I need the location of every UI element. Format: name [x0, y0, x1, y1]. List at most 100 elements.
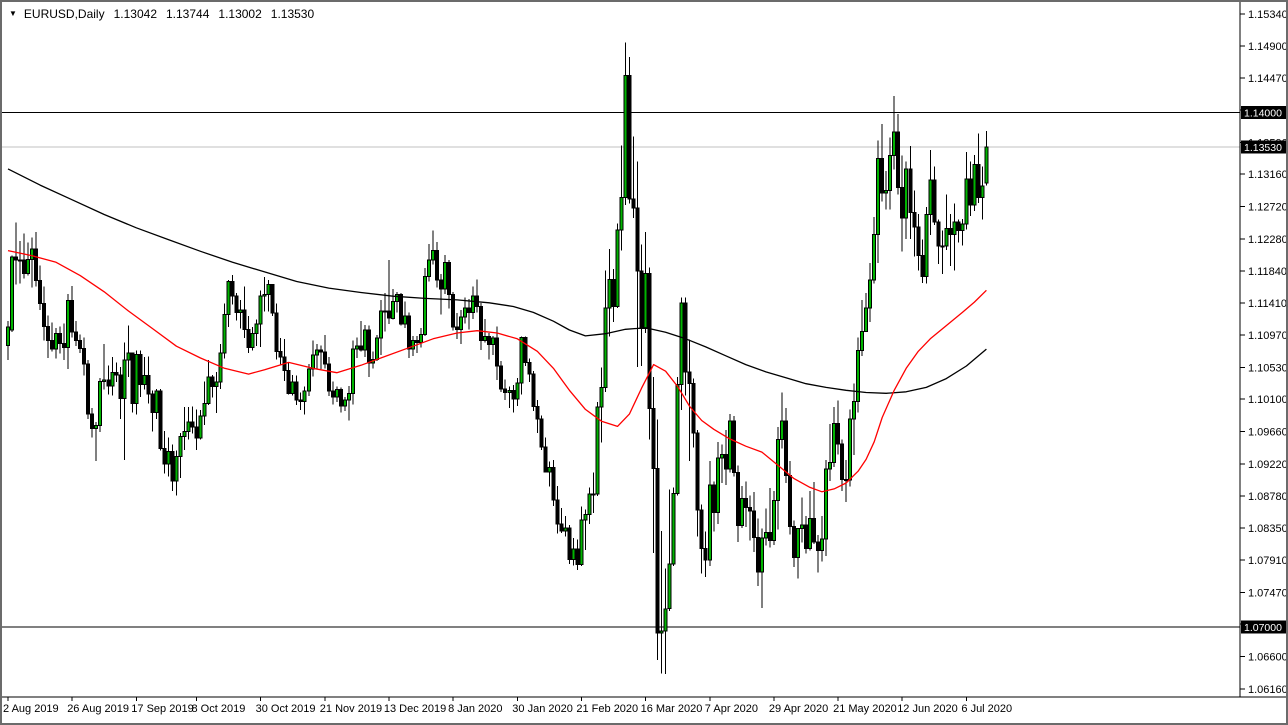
candle — [651, 408, 656, 469]
date-tick-label: 21 May 2020 — [833, 703, 897, 715]
candle — [687, 371, 692, 385]
candle — [419, 333, 424, 344]
candle — [523, 336, 528, 363]
candle — [142, 375, 147, 385]
candle — [727, 420, 732, 470]
price-tick-label: 1.12720 — [1248, 202, 1286, 214]
price-tick-label: 1.08780 — [1248, 491, 1286, 503]
candle — [358, 345, 363, 351]
candle — [362, 329, 367, 351]
candle — [771, 500, 776, 541]
candle — [860, 330, 865, 352]
candle — [659, 630, 664, 634]
candle — [258, 295, 263, 325]
date-tick-label: 16 Mar 2020 — [641, 703, 703, 715]
candle — [62, 342, 67, 349]
price-tick-label: 1.10100 — [1248, 394, 1286, 406]
date-tick-label: 7 Apr 2020 — [705, 703, 758, 715]
price-tick-label: 1.07910 — [1248, 555, 1286, 567]
candle — [791, 525, 796, 558]
price-tick-label: 1.09220 — [1248, 459, 1286, 471]
candle — [194, 426, 199, 439]
candle — [932, 179, 937, 223]
collapse-arrow-icon[interactable]: ▼ — [9, 10, 17, 18]
candle — [515, 382, 520, 400]
candle — [924, 214, 929, 277]
candle — [394, 294, 399, 302]
date-tick-label: 8 Oct 2019 — [192, 703, 246, 715]
candle — [398, 294, 403, 325]
date-tick-label: 12 Jun 2020 — [897, 703, 958, 715]
candle — [820, 538, 825, 552]
candle — [595, 406, 600, 495]
candle — [655, 467, 660, 634]
candle — [535, 406, 540, 420]
candle — [828, 461, 833, 470]
candle — [912, 211, 917, 228]
candle — [138, 353, 143, 385]
candle — [583, 514, 588, 521]
candle — [864, 307, 869, 332]
candle — [342, 399, 347, 407]
candle — [298, 399, 303, 402]
candle — [58, 333, 63, 344]
current-price-label: 1.13530 — [1241, 140, 1286, 154]
candle — [563, 527, 568, 532]
candle — [755, 536, 760, 573]
candle — [591, 493, 596, 496]
quote-close: 1.13530 — [270, 7, 315, 21]
candle — [848, 418, 853, 481]
date-tick-label: 30 Jan 2020 — [512, 703, 573, 715]
candle — [463, 307, 468, 318]
candle — [956, 221, 961, 232]
candle — [880, 158, 885, 194]
candle — [799, 524, 804, 530]
candle — [238, 309, 243, 313]
candle — [110, 372, 115, 387]
candle — [126, 352, 131, 361]
candle — [779, 420, 784, 441]
candle — [627, 75, 632, 200]
candle — [322, 351, 327, 365]
price-tick-label: 1.15340 — [1248, 9, 1286, 21]
candle — [346, 392, 351, 401]
candle — [54, 333, 59, 350]
candle — [711, 484, 716, 513]
candle — [162, 447, 167, 465]
candle — [775, 439, 780, 502]
date-tick-label: 29 Apr 2020 — [769, 703, 828, 715]
candle — [675, 383, 680, 494]
date-tick-label: 21 Nov 2019 — [320, 703, 382, 715]
candle — [314, 349, 319, 356]
price-tick-label: 1.10970 — [1248, 330, 1286, 342]
price-tick-label: 1.14470 — [1248, 73, 1286, 85]
candle — [944, 228, 949, 247]
candle — [491, 337, 496, 346]
candle — [968, 178, 973, 206]
date-tick-label: 17 Sep 2019 — [131, 703, 193, 715]
candle — [266, 283, 271, 296]
candle — [366, 329, 371, 364]
candle — [306, 368, 311, 392]
candle — [747, 506, 752, 512]
candle — [330, 390, 335, 398]
candle — [952, 221, 957, 235]
candle — [683, 302, 688, 373]
price-tick-label: 1.11410 — [1248, 298, 1286, 310]
candle — [531, 373, 536, 408]
candle — [892, 131, 897, 157]
candle — [294, 381, 299, 401]
horizontal-level-lines[interactable] — [2, 111, 1240, 628]
price-chart[interactable]: 1.153401.149001.144701.140301.135901.131… — [2, 2, 1286, 723]
candle — [158, 390, 163, 449]
quote-low: 1.13002 — [218, 7, 262, 21]
candle — [751, 510, 756, 538]
candle — [599, 386, 604, 408]
candle — [908, 168, 913, 213]
candle — [230, 280, 235, 297]
candle — [888, 155, 893, 191]
candle — [527, 361, 532, 375]
candle — [984, 146, 989, 184]
candle — [567, 527, 572, 560]
time-scale[interactable]: 2 Aug 2019 26 Aug 2019 17 Sep 20198 Oct 20… — [3, 697, 1012, 715]
